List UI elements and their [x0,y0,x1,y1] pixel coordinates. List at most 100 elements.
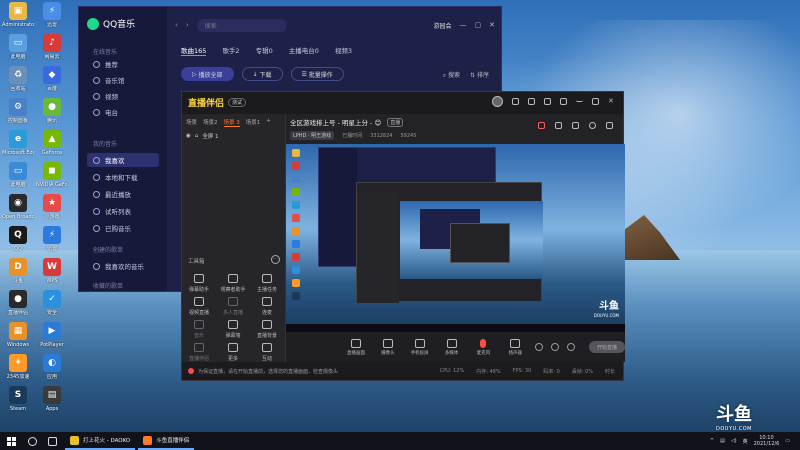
network-icon[interactable]: ▤ [720,438,725,444]
sidebar-item-mine[interactable]: 本地和下载 [87,170,159,184]
skin-icon[interactable] [544,98,551,105]
stream-tool-button[interactable]: 麦克风 [472,338,496,356]
desktop-icon-label: 腾讯 [46,118,57,124]
stream-tool-button[interactable]: 摄像头 [376,338,400,356]
list-icon: ☰ [301,70,309,78]
scene-tab[interactable]: 场景2 [203,118,218,127]
record-icon[interactable] [535,343,544,351]
streamer-header: 直播伴侣 测试 ✕ [182,92,623,114]
sidebar-item-mine[interactable]: 我喜欢 [87,153,159,167]
tab[interactable]: 歌手2 [222,45,239,56]
download-button[interactable]: ↓ 下载 [241,67,283,81]
batch-button[interactable]: ☰ 批量操作 [290,67,344,81]
search-button[interactable]: ⌕ 搜索 [443,70,460,80]
stream-preview[interactable]: 斗鱼 DOUYU.COM [286,144,625,332]
room-right-icons [538,122,613,129]
lock-icon[interactable]: ⌂ [195,133,199,139]
tab[interactable]: 视频3 [335,45,352,56]
minimize-icon[interactable] [576,98,583,102]
settings-icon[interactable] [567,343,576,351]
app-icon: ◉ [9,194,27,212]
app-icon: ✓ [43,290,61,308]
forward-icon[interactable]: › [186,21,189,29]
scene-tab[interactable]: 场景 [186,118,197,127]
room-id: 3312824 [370,132,393,139]
sidebar-item-mine[interactable]: 已购音乐 [87,221,159,235]
stream-tool-button[interactable]: 扬声器 [503,338,527,356]
input-method[interactable]: 英 [743,438,748,445]
nav-icon [93,76,100,84]
message-icon[interactable] [512,98,519,105]
scene-tab[interactable]: 场景1 [246,118,261,127]
app-icon: ▤ [43,386,61,404]
stream-tool-button[interactable]: 手机投屏 [408,338,432,356]
stream-tool-button[interactable]: 直播画面 [344,338,368,356]
qqmusic-search-input[interactable]: 搜索 [196,18,287,32]
qqmusic-topbar: ‹ › 搜索 游园会 — ▢ ✕ [175,15,495,35]
expand-icon[interactable] [606,122,613,129]
tool-label: 连麦 [261,310,272,316]
notification-icon[interactable]: ▭ [785,438,790,444]
close-icon[interactable]: ✕ [608,98,615,105]
chevron-up-icon[interactable]: ^ [710,438,714,444]
tab[interactable]: 专辑0 [256,45,273,56]
room-title[interactable]: 全区游戏排上号 - 明星上分 - 😊 [290,117,381,127]
nav-icon [93,224,100,232]
clock[interactable]: 10:10 2021/12/6 [754,435,780,447]
qqmusic-actions: ▷ 播放全部 ↓ 下载 ☰ 批量操作 [181,67,344,81]
minimize-icon[interactable]: — [460,21,467,29]
tool-label: 更多 [227,356,238,362]
beauty-icon[interactable] [551,343,560,351]
sidebar-item-mine[interactable]: 试听列表 [87,204,159,218]
task-view-button[interactable] [42,432,62,450]
menu-icon[interactable] [560,98,567,105]
created-playlist-item[interactable]: 我喜欢的音乐 [87,259,159,273]
download-icon: ↓ [252,70,260,78]
add-scene-icon[interactable]: + [266,118,271,127]
desktop-icon[interactable]: S Steam [2,386,34,424]
sidebar-item-online[interactable]: 视频 [87,89,159,103]
stream-tool-button[interactable]: 多媒体 [440,338,464,356]
taskbar-app[interactable]: 斗鱼直播伴侣 [138,432,195,450]
desktop-icon[interactable]: ▤ Apps [36,386,68,424]
desktop-icon-label: Steam [9,406,27,412]
gift-icon[interactable] [538,122,545,129]
back-icon[interactable]: ‹ [175,21,178,29]
eye-icon[interactable]: ◉ [186,133,191,139]
section-online-music: 在线音乐 [93,49,118,56]
user-name[interactable]: 游园会 [433,21,451,30]
taskbar-app[interactable]: 打上花火 - DAOKO [65,432,136,450]
maximize-icon[interactable]: ▢ [475,21,482,29]
avatar[interactable] [492,96,503,107]
start-button[interactable] [0,432,22,450]
tab[interactable]: 主播电台0 [289,45,319,56]
system-tray: ^ ▤ ◁) 英 10:10 2021/12/6 ▭ [710,435,800,447]
scene-tab[interactable]: 场景 3 [223,118,240,127]
sidebar-item-online[interactable]: 推荐 [87,57,159,71]
scene-source-row[interactable]: ◉ ⌂ 全屏 1 [186,132,219,140]
sidebar-item-online[interactable]: 电台 [87,105,159,119]
app-icon: ▶ [43,322,61,340]
play-all-button[interactable]: ▷ 播放全部 [181,67,234,81]
tool-icon [446,338,457,348]
room-category[interactable]: LPHD · 明王游戏 [290,131,335,140]
app-icon: ⚙ [9,98,27,116]
tab[interactable]: 歌曲165 [181,45,207,56]
volume-icon[interactable]: ◁) [731,438,737,444]
desktop-icon-label: Apps [45,406,59,412]
section-my-music: 我的音乐 [93,141,118,148]
maximize-icon[interactable] [592,98,599,105]
sort-button[interactable]: ⇅ 排序 [470,70,489,80]
taskbar-search-button[interactable] [22,432,42,450]
start-stream-button[interactable]: 开始直播 [589,341,625,353]
close-icon[interactable]: ✕ [489,21,495,29]
sidebar-item-online[interactable]: 音乐馆 [87,73,159,87]
desktop-icon-label: GeForce [41,150,63,156]
settings-icon[interactable] [528,98,535,105]
tool-label: 直播背景 [256,333,277,339]
bell-icon[interactable] [589,122,596,129]
sidebar-item-mine[interactable]: 最近播放 [87,187,159,201]
share-icon[interactable] [572,122,579,129]
lock-icon[interactable] [555,122,562,129]
more-icon[interactable]: ··· [271,255,280,264]
